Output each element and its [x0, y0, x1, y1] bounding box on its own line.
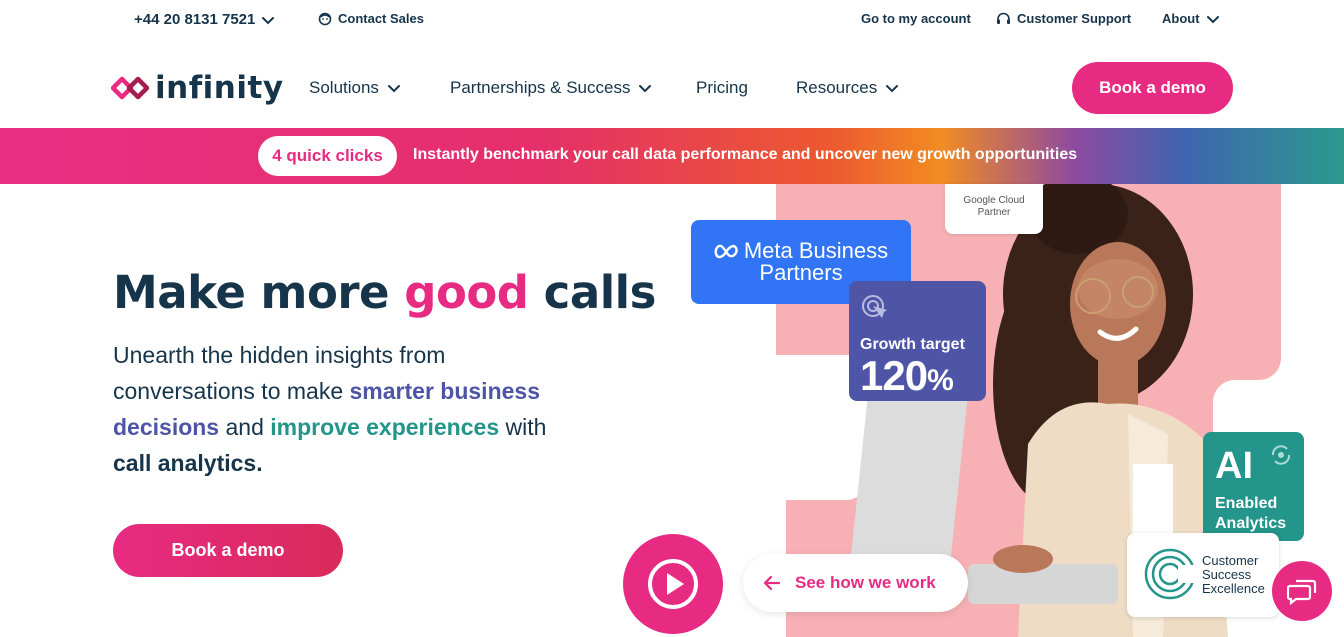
hero-sub-part2: and	[219, 414, 271, 440]
hero-title: Make more good calls	[113, 266, 656, 319]
chat-icon	[1287, 579, 1317, 605]
banner-pill[interactable]: 4 quick clicks	[258, 136, 397, 176]
account-link[interactable]: Go to my account	[861, 11, 971, 26]
ai-line1: Enabled	[1215, 495, 1278, 512]
nav-pricing[interactable]: Pricing	[696, 78, 748, 98]
ai-refresh-icon	[1271, 445, 1291, 465]
ai-line2: Analytics	[1215, 515, 1287, 532]
chevron-down-icon	[387, 85, 400, 93]
nav-solutions-label: Solutions	[309, 78, 379, 97]
see-how-label: See how we work	[795, 573, 936, 592]
growth-target-unit: %	[927, 364, 954, 397]
chat-widget-button[interactable]	[1272, 561, 1332, 621]
infinity-logo-icon	[111, 76, 149, 100]
about-dropdown[interactable]: About	[1162, 11, 1220, 26]
meta-badge-line1: Meta Business	[743, 238, 889, 263]
phone-dropdown[interactable]: +44 20 8131 7521	[134, 11, 275, 28]
hero-sub-teal: improve experiences	[270, 414, 500, 440]
hero-title-part1: Make more	[113, 266, 405, 319]
customer-success-excellence-badge: Customer Success Excellence	[1127, 533, 1279, 617]
hero-title-part2: calls	[528, 266, 657, 319]
hero-sub-bold: call analytics.	[113, 450, 263, 476]
background-cutout	[620, 355, 868, 500]
headset-face-icon	[318, 12, 332, 25]
growth-target-number: 120	[860, 352, 928, 399]
target-cursor-icon	[862, 295, 887, 318]
google-badge-line2: Partner	[977, 207, 1011, 218]
hero-subtitle: Unearth the hidden insights from convers…	[113, 337, 583, 481]
customer-support-link[interactable]: Customer Support	[996, 11, 1131, 26]
about-label: About	[1162, 11, 1200, 26]
contact-sales-link[interactable]: Contact Sales	[318, 11, 424, 26]
book-demo-button-header[interactable]: Book a demo	[1072, 62, 1233, 114]
ai-enabled-analytics-card: AI Enabled Analytics	[1203, 432, 1304, 541]
logo[interactable]: infinity	[111, 70, 284, 106]
google-cloud-partner-badge: Google Cloud Partner	[945, 184, 1043, 234]
growth-target-card: Growth target 120%	[849, 281, 986, 401]
chevron-down-icon	[262, 16, 275, 24]
logo-text: infinity	[155, 70, 284, 106]
nav-solutions[interactable]: Solutions	[309, 78, 401, 98]
nav-resources[interactable]: Resources	[796, 78, 899, 98]
cse-line1: Customer	[1202, 553, 1259, 568]
main-nav: infinity Solutions Partnerships & Succes…	[0, 58, 1344, 118]
chevron-down-icon	[639, 85, 652, 93]
nav-partnerships[interactable]: Partnerships & Success	[450, 78, 652, 98]
laptop-illustration	[850, 380, 970, 560]
see-how-we-work-button[interactable]: See how we work	[743, 554, 968, 612]
cse-line2: Success	[1202, 567, 1252, 582]
customer-support-label: Customer Support	[1017, 11, 1132, 26]
chevron-down-icon	[1206, 15, 1219, 23]
headset-icon	[997, 12, 1010, 24]
google-badge-line1: Google Cloud	[963, 195, 1025, 206]
chevron-down-icon	[886, 85, 899, 93]
promo-banner[interactable]: 4 quick clicks Instantly benchmark your …	[0, 128, 1344, 184]
cse-line3: Excellence	[1202, 581, 1265, 596]
contact-sales-label: Contact Sales	[338, 11, 424, 26]
book-demo-button-hero[interactable]: Book a demo	[113, 524, 343, 577]
cse-logo-icon	[1144, 548, 1197, 600]
phone-number: +44 20 8131 7521	[134, 11, 256, 28]
nav-resources-label: Resources	[796, 78, 878, 97]
growth-target-value: 120%	[860, 354, 986, 403]
play-icon	[648, 559, 698, 609]
utility-bar: +44 20 8131 7521 Contact Sales Go to my …	[0, 0, 1344, 42]
nav-partnerships-label: Partnerships & Success	[450, 78, 631, 97]
nav-pricing-label: Pricing	[696, 78, 748, 97]
play-video-button[interactable]	[623, 534, 723, 634]
account-label: Go to my account	[861, 11, 971, 26]
arrow-left-icon	[763, 575, 781, 591]
hero-title-highlight: good	[404, 266, 529, 319]
hero-sub-part3: with	[499, 414, 547, 440]
banner-text[interactable]: Instantly benchmark your call data perfo…	[413, 146, 1077, 164]
meta-logo-icon	[714, 244, 738, 259]
